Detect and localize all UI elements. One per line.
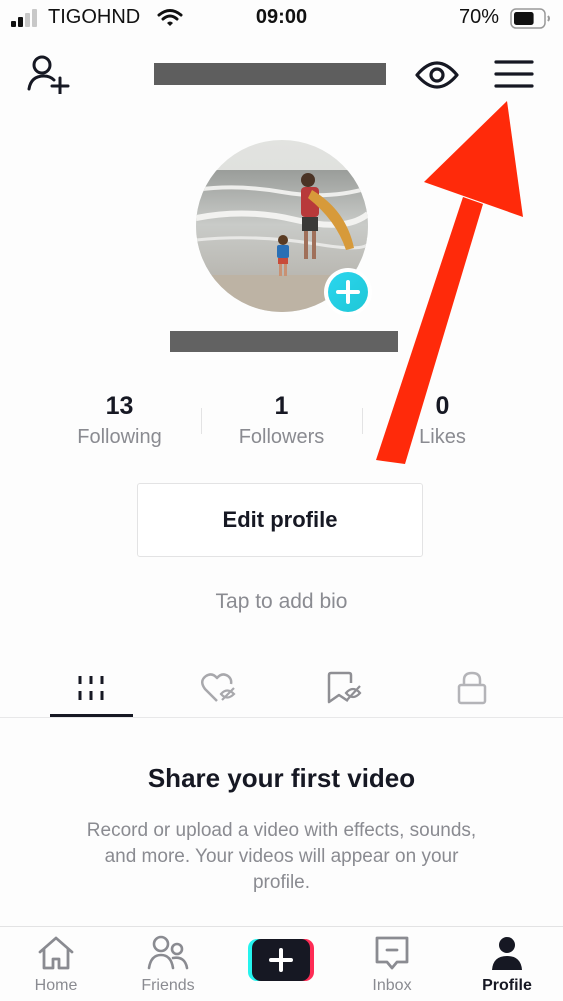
heart-hidden-icon [201,673,236,702]
username-redacted [154,63,386,85]
display-name-redacted [170,331,398,352]
add-friend-icon [27,55,70,96]
nav-label: Inbox [372,977,412,994]
eye-icon [415,61,459,89]
empty-state-title: Share your first video [147,763,416,793]
grid-icon [78,676,104,700]
bookmark-hidden-icon [327,671,362,704]
battery-icon [510,8,550,29]
add-photo-button[interactable] [324,268,372,316]
profile-icon [492,937,522,970]
stat-following[interactable]: 13 Following [38,390,201,450]
battery-percent: 70% [459,6,500,28]
home-icon [38,936,74,970]
tab-favorites[interactable] [275,660,415,716]
nav-inbox[interactable]: Inbox [336,927,448,1001]
stat-value: 0 [435,392,450,420]
profile-views-button[interactable] [415,57,459,98]
friends-icon [147,935,189,970]
stat-value: 13 [105,392,134,420]
tab-videos[interactable] [21,660,161,716]
stat-likes[interactable]: 0 Likes [361,390,524,450]
create-plus-icon [248,939,314,981]
empty-state-description: Record or upload a video with effects, s… [86,820,477,893]
add-photo-badge [328,272,368,312]
tab-private[interactable] [402,660,542,716]
plus-icon [336,280,360,304]
inbox-icon [375,936,409,970]
nav-label: Home [34,977,78,994]
nav-home[interactable]: Home [0,927,112,1001]
stat-label: Followers [238,426,325,448]
status-bar: TIGOHND 09:00 70% [0,0,563,38]
stat-label: Following [77,426,162,448]
nav-label: Friends [141,977,195,994]
menu-icon [494,60,534,88]
stat-followers[interactable]: 1 Followers [200,390,363,450]
edit-profile-button[interactable]: Edit profile [137,483,423,557]
tab-liked[interactable] [150,660,290,716]
nav-profile[interactable]: Profile [451,927,563,1001]
arrow-head [424,101,523,217]
create-video-button[interactable] [248,939,314,981]
menu-button[interactable] [494,58,534,95]
add-friend-button[interactable] [26,54,72,99]
tab-divider [0,717,563,718]
stat-value: 1 [274,392,289,420]
nav-label: Profile [482,977,532,994]
add-bio-link[interactable]: Tap to add bio [0,590,563,614]
nav-friends[interactable]: Friends [112,927,224,1001]
lock-icon [457,671,487,705]
stat-label: Likes [419,426,466,448]
